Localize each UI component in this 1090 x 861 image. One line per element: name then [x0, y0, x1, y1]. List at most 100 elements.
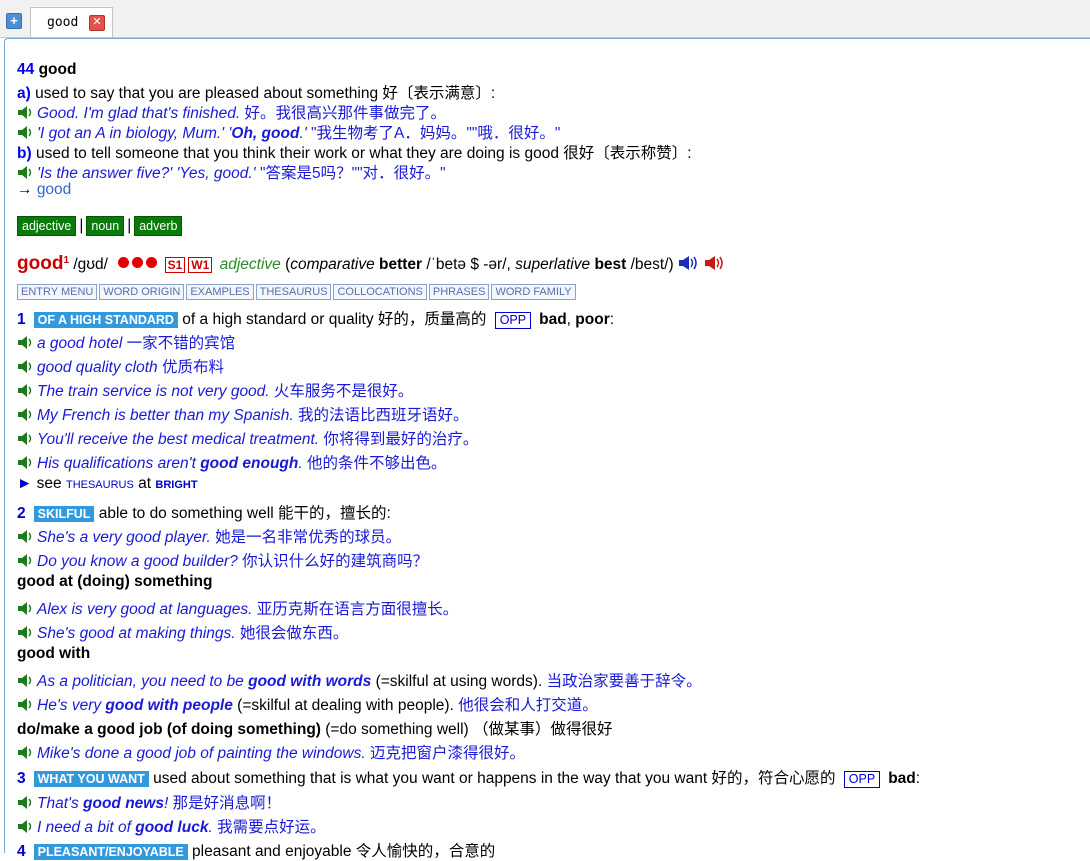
opposite-word: poor [575, 311, 610, 328]
sense-definition: of a high standard or quality 好的，质量高的 [182, 311, 487, 328]
example-text: I need a bit of [37, 819, 136, 836]
example-bold: good news [83, 795, 164, 812]
example-text: You'll receive the best medical treatmen… [37, 431, 320, 448]
example-translation: 他很会和人打交道。 [458, 697, 598, 714]
comparative-pron: /ˈbetə $ -ər/, [426, 256, 511, 273]
example-text: Good. I'm glad that's finished. [37, 105, 241, 122]
example-translation: 她是一名非常优秀的球员。 [215, 529, 402, 546]
frequency-dot-icon [118, 257, 130, 268]
phrase-heading: good at (doing) something [17, 573, 213, 590]
speaker-icon[interactable] [17, 746, 34, 759]
speaker-icon[interactable] [17, 530, 34, 543]
speaker-icon[interactable] [17, 408, 34, 421]
american-audio-icon[interactable] [704, 255, 726, 271]
example-text: good quality cloth [37, 359, 158, 376]
speaker-icon[interactable] [17, 796, 34, 809]
speaker-icon[interactable] [17, 432, 34, 445]
example-translation: 好。我很高兴那件事做完了。 [244, 105, 447, 122]
example-line: I need a bit of good luck. 我需要点好运。 [17, 815, 326, 837]
speaker-icon[interactable] [17, 698, 34, 711]
speaker-icon[interactable] [17, 820, 34, 833]
opp-badge: OPP [843, 771, 881, 788]
bright-link[interactable]: BRIGHT [155, 479, 197, 491]
example-translation: 那是好消息啊！ [172, 795, 282, 812]
opposite-word: bad [888, 770, 916, 787]
example-translation: 他的条件不够出色。 [306, 455, 447, 472]
sense-3-heading: 3 WHAT YOU WANT used about something that… [17, 766, 920, 788]
see-link-good[interactable]: good [37, 181, 71, 198]
example-line: His qualifications aren't good enough. 他… [17, 451, 447, 473]
speaker-icon[interactable] [17, 674, 34, 687]
phrases-button[interactable]: PHRASES [428, 284, 490, 300]
sense-2-heading: 2 SKILFUL able to do something well 能干的，擅… [17, 501, 391, 523]
pos-tab-adjective[interactable]: adjective [17, 216, 77, 236]
thesaurus-button[interactable]: THESAURUS [255, 284, 332, 300]
gloss: (=skilful at using words). [375, 673, 543, 690]
example-line: My French is better than my Spanish. 我的法… [17, 403, 469, 425]
see-text: see [36, 475, 62, 492]
example-line: That's good news! 那是好消息啊！ [17, 791, 281, 813]
pos-separator: | [127, 217, 132, 234]
headword-superscript: 1 [63, 254, 69, 266]
speaker-icon[interactable] [17, 554, 34, 567]
signpost-label: PLEASANT/ENJOYABLE [33, 844, 188, 860]
comma: , [566, 311, 571, 328]
superlative-word: best [594, 256, 627, 273]
example-bold: good with people [105, 697, 233, 714]
example-text: His qualifications aren't [37, 455, 201, 472]
example-text: a good hotel [37, 335, 123, 352]
example-text: She's a very good player. [37, 529, 211, 546]
see-thesaurus: ► see THESAURUS at BRIGHT [17, 475, 198, 493]
example-line: Alex is very good at languages. 亚历克斯在语言方… [17, 597, 458, 619]
british-audio-icon[interactable] [678, 255, 700, 271]
example-text: 'I got an A in biology, Mum.' ' [37, 125, 232, 142]
gloss: (=skilful at dealing with people). [237, 697, 454, 714]
pos-separator: | [79, 217, 84, 234]
pos-tab-adverb[interactable]: adverb [134, 216, 183, 236]
example-text-end: . [298, 455, 303, 472]
speaker-icon[interactable] [17, 384, 34, 397]
speaker-icon[interactable] [17, 106, 34, 119]
sense-number: 1 [17, 311, 26, 328]
colon: : [609, 311, 615, 328]
sense-definition: able to do something well 能干的，擅长的: [98, 505, 391, 522]
speaker-icon[interactable] [17, 360, 34, 373]
entry-menu-button[interactable]: ENTRY MENU [17, 284, 98, 300]
tab-good[interactable]: good ✕ [30, 7, 113, 37]
phrase-heading: good with [17, 645, 91, 662]
pronunciation: /ɡʊd/ [73, 256, 108, 273]
close-icon[interactable]: ✕ [89, 15, 105, 31]
sense-4-heading: 4 PLEASANT/ENJOYABLE pleasant and enjoyab… [17, 839, 495, 861]
speaker-icon[interactable] [17, 626, 34, 639]
example-line: a good hotel 一家不错的宾馆 [17, 331, 235, 353]
example-translation: 亚历克斯在语言方面很擅长。 [256, 601, 459, 618]
word-origin-button[interactable]: WORD ORIGIN [99, 284, 185, 300]
speaker-icon[interactable] [17, 602, 34, 615]
opp-badge: OPP [494, 312, 532, 329]
spoken-frequency-badge: S1 [164, 257, 186, 273]
examples-button[interactable]: EXAMPLES [186, 284, 254, 300]
speaker-icon[interactable] [17, 456, 34, 469]
pos-tab-noun[interactable]: noun [86, 216, 125, 236]
speaker-icon[interactable] [17, 126, 34, 139]
tab-bar: + good ✕ [0, 0, 1090, 38]
example-text: The train service is not very good. [37, 383, 270, 400]
example-text: Mike's done a good job of painting the w… [37, 745, 366, 762]
speaker-icon[interactable] [17, 336, 34, 349]
word-family-button[interactable]: WORD FAMILY [491, 284, 576, 300]
thesaurus-link[interactable]: THESAURUS [66, 479, 134, 491]
sense-number: 4 [17, 843, 26, 860]
example-translation: 火车服务不是很好。 [273, 383, 414, 400]
example-text: 'Is the answer five?' 'Yes, good.' [37, 165, 256, 182]
example-bold: good luck [135, 819, 209, 836]
example-line: You'll receive the best medical treatmen… [17, 427, 478, 449]
speaker-icon[interactable] [17, 166, 34, 179]
signpost-label: SKILFUL [33, 506, 95, 522]
phrase-definition: (=do something well) （做某事）做得很好 [325, 721, 613, 738]
entry-number: 44 [17, 61, 35, 78]
collocations-button[interactable]: COLLOCATIONS [333, 284, 427, 300]
sense-definition: pleasant and enjoyable 令人愉快的，合意的 [192, 843, 496, 860]
new-tab-button[interactable]: + [6, 13, 22, 29]
sense-1-heading: 1 OF A HIGH STANDARD of a high standard o… [17, 307, 614, 329]
example-text-end: . [208, 819, 213, 836]
